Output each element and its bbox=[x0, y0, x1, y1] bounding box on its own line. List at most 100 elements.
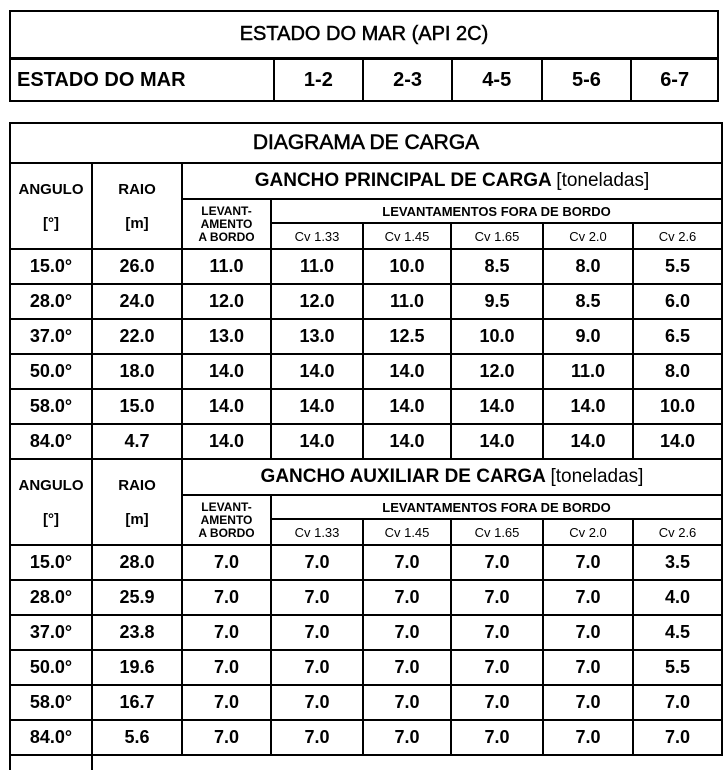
main-hook-cell: 14.0 bbox=[450, 423, 544, 460]
main-hook-cell: 12.0 bbox=[450, 353, 544, 390]
aux-hook-table-row: 58.0° 16.7 7.0 7.0 7.0 7.0 7.0 7.0 bbox=[9, 684, 723, 721]
main-hook-cell: 5.5 bbox=[631, 248, 723, 285]
aux-hook-cv-header: Cv 2.6 bbox=[631, 518, 723, 546]
aux-hook-cell: 7.0 bbox=[270, 719, 364, 756]
hook-title-unit: [toneladas] bbox=[556, 170, 650, 191]
main-hook-cell: 6.5 bbox=[631, 318, 723, 355]
main-hook-radius-header: RAIO [m] bbox=[91, 162, 183, 250]
main-hook-cell: 10.0 bbox=[450, 318, 544, 355]
aux-hook-table-row: 37.0° 23.8 7.0 7.0 7.0 7.0 7.0 4.5 bbox=[9, 614, 723, 651]
main-hook-cell: 13.0 bbox=[270, 318, 364, 355]
aux-hook-table-row: 15.0° 28.0 7.0 7.0 7.0 7.0 7.0 3.5 bbox=[9, 544, 723, 581]
main-hook-cell: 13.0 bbox=[181, 318, 272, 355]
main-hook-cell: 11.0 bbox=[181, 248, 272, 285]
main-hook-angle-header: ANGULO [°] bbox=[9, 162, 93, 250]
aux-hook-cv-header: Cv 1.33 bbox=[270, 518, 364, 546]
aux-hook-cell: 7.0 bbox=[181, 719, 272, 756]
aux-hook-cell: 7.0 bbox=[270, 614, 364, 651]
aux-hook-cell: 7.0 bbox=[181, 684, 272, 721]
main-hook-table-row: 58.0° 15.0 14.0 14.0 14.0 14.0 14.0 10.0 bbox=[9, 388, 723, 425]
aux-hook-cell: 16.7 bbox=[91, 684, 183, 721]
main-hook-cell: 12.0 bbox=[270, 283, 364, 320]
aux-hook-cv-header: Cv 2.0 bbox=[542, 518, 634, 546]
aux-hook-cell: 7.0 bbox=[270, 579, 364, 616]
main-hook-cv-header: Cv 2.6 bbox=[631, 222, 723, 250]
aux-hook-cell: 4.0 bbox=[631, 579, 723, 616]
main-hook-cell: 15.0 bbox=[91, 388, 183, 425]
sea-state-label: ESTADO DO MAR bbox=[9, 57, 275, 102]
aux-hook-cv-header: Cv 1.65 bbox=[450, 518, 544, 546]
aux-hook-table-row: 50.0° 19.6 7.0 7.0 7.0 7.0 7.0 5.5 bbox=[9, 649, 723, 686]
main-hook-table-row: 50.0° 18.0 14.0 14.0 14.0 12.0 11.0 8.0 bbox=[9, 353, 723, 390]
aux-hook-cv-header: Cv 1.45 bbox=[362, 518, 452, 546]
aux-hook-cell: 58.0° bbox=[9, 684, 93, 721]
aux-hook-angle-header: ANGULO [°] bbox=[9, 458, 93, 546]
aux-hook-cell: 7.0 bbox=[362, 684, 452, 721]
aux-hook-cell: 7.0 bbox=[181, 649, 272, 686]
diagram-title: DIAGRAMA DE CARGA bbox=[8, 122, 723, 164]
main-hook-cell: 11.0 bbox=[270, 248, 364, 285]
aux-hook-table-row: 28.0° 25.9 7.0 7.0 7.0 7.0 7.0 4.0 bbox=[9, 579, 723, 616]
aux-hook-cell: 7.0 bbox=[450, 579, 544, 616]
angle-unit: [°] bbox=[43, 510, 59, 528]
main-hook-cell: 14.0 bbox=[181, 353, 272, 390]
main-hook-cv-header: Cv 2.0 bbox=[542, 222, 634, 250]
aux-hook-cell: 84.0° bbox=[9, 719, 93, 756]
radius-unit: [m] bbox=[125, 510, 149, 528]
main-hook-table-row: 84.0° 4.7 14.0 14.0 14.0 14.0 14.0 14.0 bbox=[9, 423, 723, 460]
main-hook-table-row: 37.0° 22.0 13.0 13.0 12.5 10.0 9.0 6.5 bbox=[9, 318, 723, 355]
hook-title-text: GANCHO PRINCIPAL DE CARGA bbox=[254, 170, 552, 191]
main-hook-cell: 14.0 bbox=[270, 388, 364, 425]
aux-hook-cell: 4.5 bbox=[631, 614, 723, 651]
aux-hook-cell: 7.0 bbox=[362, 719, 452, 756]
aux-hook-cell: 7.0 bbox=[450, 684, 544, 721]
sea-state-value: 4-5 bbox=[450, 57, 543, 102]
main-hook-cell: 8.5 bbox=[450, 248, 544, 285]
aux-hook-cell: 5.6 bbox=[91, 719, 183, 756]
main-hook-cell: 37.0° bbox=[9, 318, 93, 355]
aux-hook-cell: 5.5 bbox=[631, 649, 723, 686]
aux-hook-cell: 25.9 bbox=[91, 579, 183, 616]
aux-hook-cell: 7.0 bbox=[542, 579, 634, 616]
main-hook-table-row: 28.0° 24.0 12.0 12.0 11.0 9.5 8.5 6.0 bbox=[9, 283, 723, 320]
radius-label: RAIO bbox=[118, 476, 156, 494]
aux-hook-overboard-header: LEVANTAMENTOS FORA DE BORDO bbox=[269, 494, 723, 520]
aux-hook-onboard-header: LEVANT- AMENTO A BORDO bbox=[181, 494, 272, 546]
main-hook-cell: 58.0° bbox=[9, 388, 93, 425]
main-hook-cell: 26.0 bbox=[91, 248, 183, 285]
main-hook-cell: 14.0 bbox=[362, 388, 452, 425]
sea-state-value: 2-3 bbox=[362, 57, 453, 102]
sea-state-value: 5-6 bbox=[540, 57, 633, 102]
main-hook-cell: 18.0 bbox=[91, 353, 183, 390]
sea-state-value: 6-7 bbox=[630, 57, 719, 102]
main-hook-cell: 24.0 bbox=[91, 283, 183, 320]
main-hook-cv-header: Cv 1.33 bbox=[270, 222, 364, 250]
load-diagram-table: DIAGRAMA DE CARGA ANGULO [°] RAIO [m] GANCHO … bbox=[8, 122, 723, 770]
main-hook-cell: 14.0 bbox=[270, 353, 364, 390]
aux-hook-cell: 7.0 bbox=[542, 719, 634, 756]
aux-hook-cell: 7.0 bbox=[631, 719, 723, 756]
radius-unit: [m] bbox=[125, 214, 149, 232]
main-hook-cell: 15.0° bbox=[9, 248, 93, 285]
aux-hook-cell: 7.0 bbox=[181, 614, 272, 651]
aux-hook-cell: 7.0 bbox=[270, 544, 364, 581]
main-hook-cell: 11.0 bbox=[362, 283, 452, 320]
main-hook-cv-header: Cv 1.45 bbox=[362, 222, 452, 250]
aux-hook-cell: 7.0 bbox=[542, 544, 634, 581]
main-hook-cell: 28.0° bbox=[9, 283, 93, 320]
main-hook-cell: 14.0 bbox=[542, 423, 634, 460]
main-hook-cell: 10.0 bbox=[631, 388, 723, 425]
angle-label: ANGULO bbox=[18, 476, 84, 494]
aux-hook-cell: 7.0 bbox=[450, 649, 544, 686]
hook-title-unit: [toneladas] bbox=[550, 466, 644, 487]
main-hook-hook-title: GANCHO PRINCIPAL DE CARGA [toneladas] bbox=[180, 162, 723, 200]
main-hook-cell: 8.0 bbox=[631, 353, 723, 390]
main-hook-table-row: 15.0° 26.0 11.0 11.0 10.0 8.5 8.0 5.5 bbox=[9, 248, 723, 285]
aux-hook-cell: 7.0 bbox=[542, 614, 634, 651]
main-hook-cell: 50.0° bbox=[9, 353, 93, 390]
aux-hook-cell: 7.0 bbox=[270, 649, 364, 686]
aux-hook-cell: 28.0 bbox=[91, 544, 183, 581]
aux-hook-cell: 7.0 bbox=[450, 719, 544, 756]
main-hook-cell: 14.0 bbox=[181, 388, 272, 425]
main-hook-cell: 14.0 bbox=[362, 353, 452, 390]
